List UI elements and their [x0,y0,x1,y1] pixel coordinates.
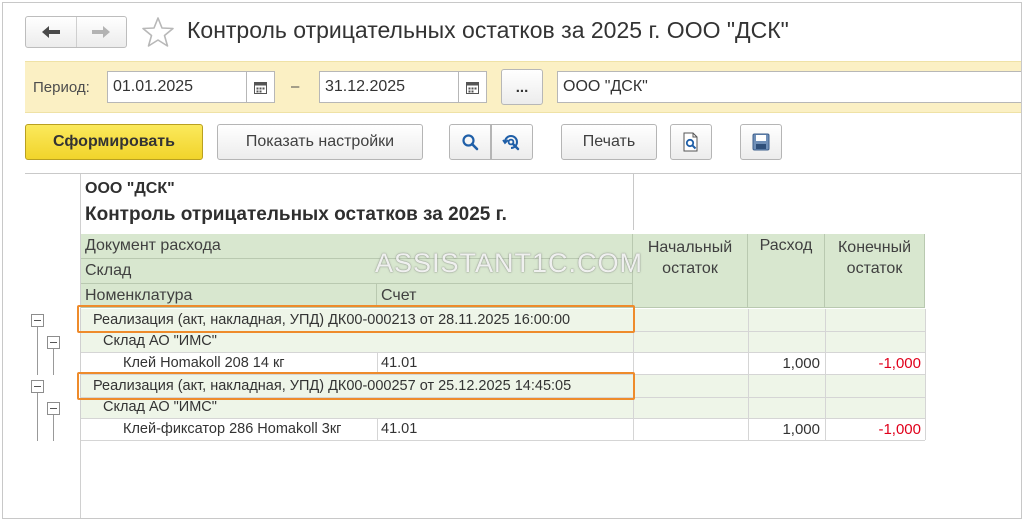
collapse-toggle[interactable] [47,402,60,415]
generate-button[interactable]: Сформировать [25,124,203,160]
find-next-button[interactable] [491,124,533,160]
header-expense: Расход [748,234,825,308]
header-opening-label: Начальный остаток [647,239,733,277]
report-organization: ООО "ДСК" [85,180,175,197]
column-divider [925,309,926,440]
expense-cell[interactable]: 1,000 [748,421,820,438]
save-icon [752,133,770,151]
print-button[interactable]: Печать [561,124,657,160]
tree-line [37,327,38,375]
warehouse-cell[interactable]: Склад АО "ИМС" [103,333,217,349]
show-settings-button[interactable]: Показать настройки [217,124,423,160]
organization-field[interactable]: ООО "ДСК" [557,71,1021,103]
row-divider [81,352,925,353]
arrow-left-icon [41,26,60,38]
collapse-toggle[interactable] [31,314,44,327]
header-account-label: Счет [381,287,417,304]
row-divider [81,418,925,419]
watermark: ASSISTANT1C.COM [375,248,644,278]
select-period-button[interactable]: ... [501,69,543,105]
calendar-icon [254,81,267,94]
report-title: Контроль отрицательных остатков за 2025 … [85,204,507,225]
print-preview-icon [683,132,698,152]
column-divider [377,353,378,374]
date-from-field[interactable]: 01.01.2025 [107,71,247,103]
item-cell[interactable]: Клей-фиксатор 286 Homakoll 3кг [123,421,341,437]
back-button[interactable] [26,17,76,47]
column-divider [633,174,634,230]
header-opening-balance: Начальный остаток [633,234,748,308]
item-cell[interactable]: Клей Homakoll 208 14 кг [123,355,285,371]
tree-line [53,415,54,441]
tree-line [53,349,54,375]
date-separator: – [291,78,300,95]
account-cell[interactable]: 41.01 [381,421,417,437]
search-icon [462,134,479,151]
account-cell[interactable]: 41.01 [381,355,417,371]
row-divider [81,440,925,441]
tree-line [37,393,38,441]
period-label: Период: [33,79,90,96]
header-closing-balance: Конечный остаток [825,234,925,308]
collapse-toggle[interactable] [47,336,60,349]
favorite-star-icon[interactable] [141,15,175,49]
date-from-calendar-button[interactable] [247,71,275,103]
header-warehouse-label: Склад [85,262,132,279]
header-document-label: Документ расхода [85,237,221,254]
report-window: Контроль отрицательных остатков за 2025 … [2,2,1022,519]
expense-cell[interactable]: 1,000 [748,355,820,372]
column-divider [377,419,378,440]
closing-balance-cell[interactable]: -1,000 [825,355,921,372]
window-title: Контроль отрицательных остатков за 2025 … [187,17,789,43]
highlight-box [77,305,635,333]
period-bar: Период: 01.01.2025 – 31.12.2025 ... ООО … [25,61,1021,113]
search-next-icon [502,135,520,151]
forward-button[interactable] [75,17,127,47]
report-area: ООО "ДСК" Контроль отрицательных остатко… [25,173,1021,518]
find-button[interactable] [449,124,491,160]
warehouse-cell[interactable]: Склад АО "ИМС" [103,399,217,415]
header-expense-label: Расход [759,237,813,254]
header-closing-label: Конечный остаток [837,239,912,277]
date-to-field[interactable]: 31.12.2025 [319,71,459,103]
calendar-icon [466,81,479,94]
closing-balance-cell[interactable]: -1,000 [825,421,921,438]
arrow-right-icon [92,26,111,38]
print-preview-button[interactable] [670,124,712,160]
navigation-buttons [25,16,127,48]
highlight-box [77,372,635,400]
collapse-toggle[interactable] [31,380,44,393]
date-to-calendar-button[interactable] [459,71,487,103]
save-button[interactable] [740,124,782,160]
header-nomenclature-label: Номенклатура [85,287,193,304]
